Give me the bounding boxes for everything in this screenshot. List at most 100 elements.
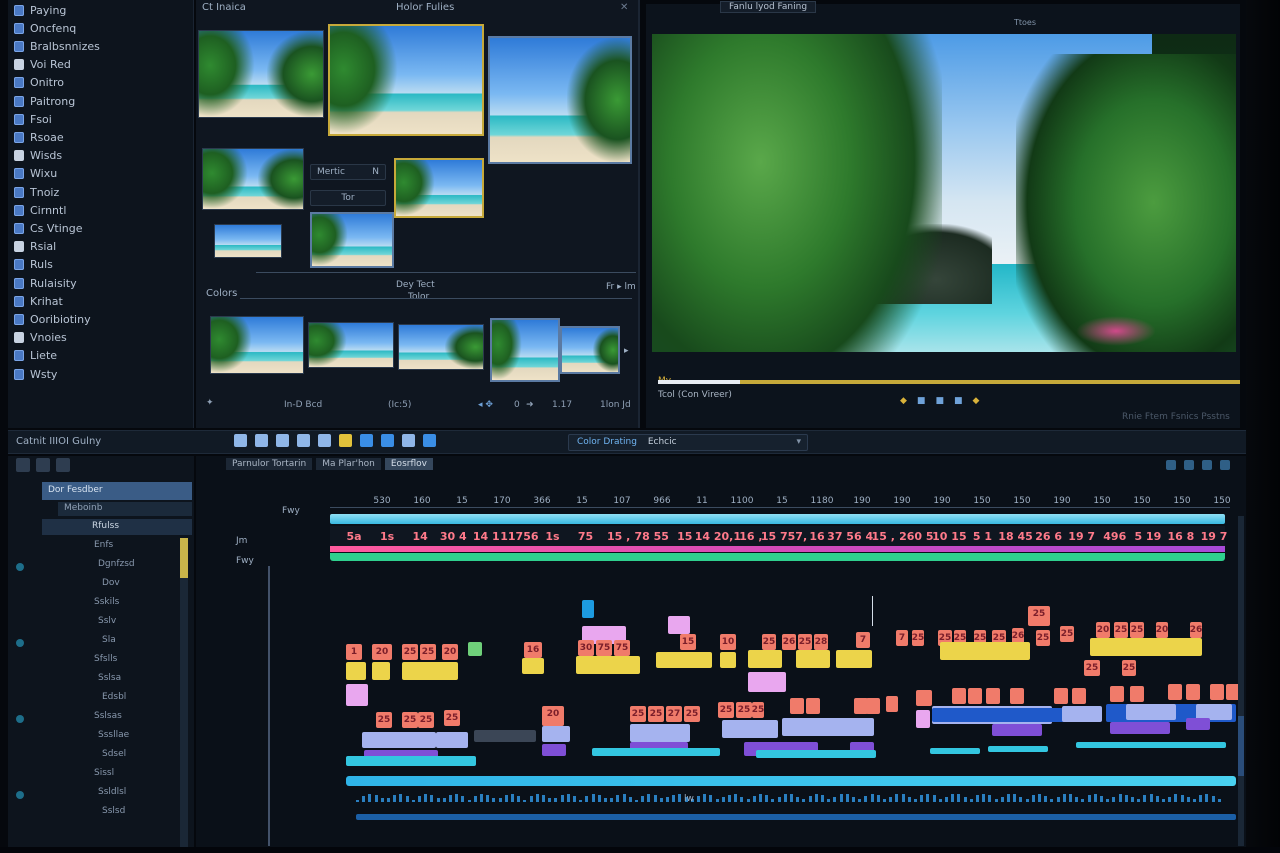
timeline-clip[interactable] (630, 724, 690, 742)
timeline-clip[interactable] (576, 656, 640, 674)
timeline-clip[interactable] (790, 698, 804, 714)
timeline-clip[interactable] (748, 672, 786, 692)
file-row[interactable]: Ooribiotiny (14, 311, 91, 327)
project-item[interactable]: Ssldlsl (98, 787, 126, 797)
timeline-clip[interactable] (1062, 706, 1102, 722)
timeline-clip[interactable] (988, 746, 1048, 752)
bin-thumbnail[interactable] (202, 148, 304, 210)
project-item[interactable]: Sfslls (94, 654, 117, 664)
bin-thumbnail[interactable] (310, 212, 394, 268)
project-item[interactable]: Sissl (94, 768, 114, 778)
zoom-dropdown[interactable]: Ttoes (1014, 18, 1036, 27)
track-bar-green[interactable] (330, 553, 1225, 561)
playhead[interactable] (872, 596, 873, 626)
project-item[interactable]: Sslv (98, 616, 116, 626)
project-item[interactable]: Sskils (94, 597, 119, 607)
timeline-clip[interactable] (362, 732, 436, 748)
timeline-ruler[interactable]: 530 160 15 170 366 15 107 966 11 1100 15 1180 190 190… (330, 492, 1231, 508)
timeline-scrollbar[interactable] (1238, 516, 1244, 846)
timeline-clip[interactable] (436, 732, 468, 748)
program-viewer[interactable] (652, 34, 1236, 352)
timeline-clip[interactable] (916, 710, 930, 728)
timeline-clip[interactable] (372, 662, 390, 680)
project-item[interactable]: Sdsel (102, 749, 126, 759)
project-selected-item[interactable]: Rfulss (42, 519, 192, 535)
timeline-clip[interactable] (940, 642, 1030, 660)
project-search[interactable]: Dor Fesdber (42, 482, 192, 500)
file-row[interactable]: Wixu (14, 166, 57, 182)
bin-thumbnail[interactable] (488, 36, 632, 164)
timeline-clip[interactable] (1076, 742, 1226, 748)
project-item[interactable]: Enfs (94, 540, 113, 550)
timeline-clip[interactable] (346, 756, 476, 766)
track-bar-pink[interactable] (330, 546, 1225, 552)
file-row[interactable]: Oncfenq (14, 20, 76, 36)
timeline-clip[interactable] (930, 748, 980, 754)
timeline-clip[interactable] (1126, 704, 1176, 720)
forward-arrow-icon[interactable] (402, 434, 415, 447)
project-item[interactable]: Edsbl (102, 692, 126, 702)
timeline-clip[interactable] (582, 600, 594, 618)
timeline-tab[interactable]: Ma Plar'hon (316, 458, 381, 470)
timeline-tab[interactable]: Eosrflov (384, 458, 433, 470)
timeline-clip[interactable] (474, 730, 536, 742)
timeline-clip[interactable] (952, 688, 966, 704)
list-view-icon[interactable] (16, 458, 30, 472)
timeline-clip[interactable] (756, 750, 876, 758)
file-row[interactable]: Rsoae (14, 129, 64, 145)
track-bar-cyan[interactable] (330, 514, 1225, 524)
timeline-clip[interactable] (722, 720, 778, 738)
list-tool-icon[interactable] (297, 434, 310, 447)
step-forward-icon[interactable]: ■ (954, 396, 963, 406)
project-subfolder[interactable]: Meboinb (58, 502, 192, 516)
timeline-clip[interactable] (796, 650, 830, 668)
forward-icon[interactable]: ➜ (526, 400, 534, 410)
file-row[interactable]: Cs Vtinge (14, 220, 83, 236)
section-controls[interactable]: Fr ▸ lm (606, 282, 636, 292)
audio-waveform[interactable] (356, 794, 1236, 802)
comment-icon[interactable] (318, 434, 331, 447)
project-scrollbar[interactable] (180, 538, 188, 853)
file-row[interactable]: Wsty (14, 366, 57, 382)
timeline-clip[interactable] (346, 684, 368, 706)
timeline-clip[interactable] (542, 726, 570, 742)
transport-icons[interactable]: ◂ ✥ (478, 400, 493, 410)
workspace-selector[interactable]: Color Drating Echcic ▾ (568, 434, 808, 451)
select-tool-icon[interactable] (255, 434, 268, 447)
timeline-clip[interactable] (346, 662, 366, 680)
file-row[interactable]: Paying (14, 2, 66, 18)
file-row[interactable]: Bralbsnnizes (14, 38, 100, 54)
timeline-clip[interactable] (668, 616, 690, 634)
timeline-clip[interactable] (1072, 688, 1086, 704)
timeline-clip[interactable] (968, 688, 982, 704)
project-item[interactable]: Sslsa (98, 673, 121, 683)
timeline-clip[interactable] (1090, 638, 1202, 656)
audio-track[interactable] (346, 776, 1236, 786)
step-back-icon[interactable]: ■ (917, 396, 926, 406)
timeline-clip[interactable] (1110, 686, 1124, 702)
file-row[interactable]: Paitrong (14, 93, 75, 109)
timeline-clip[interactable] (720, 652, 736, 668)
timeline-clip[interactable] (1186, 684, 1200, 700)
file-row[interactable]: Tnoiz (14, 184, 59, 200)
timeline-clip[interactable] (1168, 684, 1182, 700)
mode-dropdown[interactable]: Mertic N (310, 164, 386, 180)
mark-out-icon[interactable]: ◆ (972, 396, 979, 406)
bin-thumbnail[interactable] (198, 30, 324, 118)
playback-controls[interactable]: ◆ ■ ■ ■ ◆ (900, 396, 979, 406)
playback-scrubber[interactable] (658, 380, 1240, 384)
bin-toolbar-item[interactable]: 0 (514, 400, 520, 410)
bin-toolbar-item[interactable]: 1.17 (552, 400, 572, 410)
timeline-clip[interactable] (592, 748, 720, 756)
timeline-clip[interactable] (992, 724, 1042, 736)
project-item[interactable]: Sslsd (102, 806, 125, 816)
file-row[interactable]: Krihat (14, 293, 63, 309)
color-thumbnail[interactable] (398, 324, 484, 370)
bin-thumbnail[interactable] (214, 224, 282, 258)
settings-icon[interactable] (1220, 460, 1230, 470)
next-arrow-icon[interactable]: ▸ (624, 346, 629, 356)
bin-thumbnail-selected[interactable] (328, 24, 484, 136)
timeline-clip[interactable] (468, 642, 482, 656)
timeline-clip[interactable] (1130, 686, 1144, 702)
color-thumbnail-selected[interactable] (490, 318, 560, 382)
